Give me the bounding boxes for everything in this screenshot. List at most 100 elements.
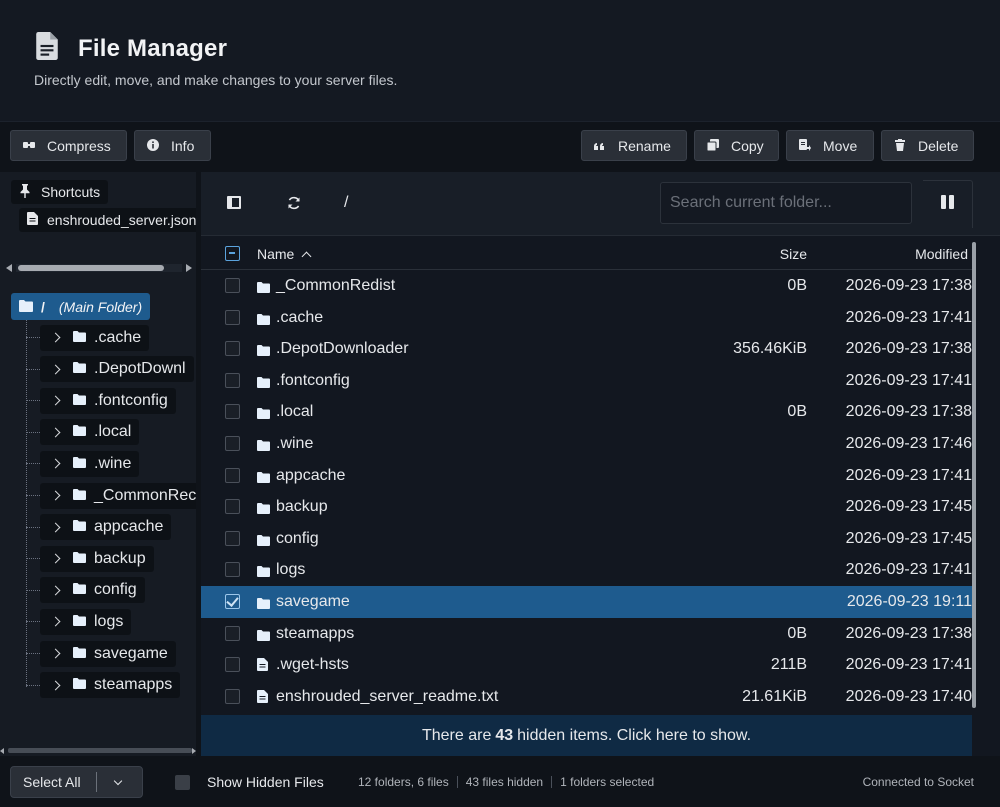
chevron-right-icon[interactable] (50, 648, 61, 659)
column-modified[interactable]: Modified (915, 246, 968, 262)
table-row[interactable]: enshrouded_server_readme.txt 21.61KiB 2026… (201, 681, 972, 713)
row-name[interactable]: .wget-hsts (276, 656, 349, 674)
row-name[interactable]: .cache (276, 309, 323, 327)
info-button[interactable]: Info (134, 130, 211, 161)
row-checkbox[interactable] (225, 341, 240, 357)
row-name[interactable]: .wine (276, 435, 313, 453)
tree-folder-chip[interactable]: .cache (40, 324, 150, 351)
scroll-left-icon[interactable] (6, 264, 12, 272)
table-row[interactable]: .fontconfig 2026-09-23 17:41 (201, 365, 972, 397)
current-path[interactable]: / (344, 194, 348, 212)
row-checkbox[interactable] (225, 657, 240, 673)
table-row[interactable]: .cache 2026-09-23 17:41 (201, 302, 972, 334)
search-input[interactable] (660, 182, 912, 224)
chevron-right-icon[interactable] (50, 332, 61, 343)
copy-button[interactable]: Copy (694, 130, 779, 161)
table-row[interactable]: .wget-hsts 211B 2026-09-23 17:41 (201, 649, 972, 681)
table-row[interactable]: .local 0B 2026-09-23 17:38 (201, 396, 972, 428)
tree-root-main-folder[interactable]: / (Main Folder) (11, 293, 151, 320)
row-name[interactable]: savegame (276, 593, 350, 611)
chevron-right-icon[interactable] (50, 427, 61, 438)
row-checkbox[interactable] (225, 562, 240, 578)
row-name[interactable]: config (276, 530, 319, 548)
tree-item[interactable]: _CommonRec (26, 482, 196, 509)
sidebar-scrollbar[interactable] (8, 748, 192, 753)
chevron-right-icon[interactable] (50, 395, 61, 406)
refresh-icon[interactable] (287, 196, 301, 215)
tree-item[interactable]: .fontconfig (26, 387, 176, 414)
chevron-down-icon[interactable] (113, 776, 123, 785)
shortcut-item[interactable]: enshrouded_server.json (19, 208, 196, 232)
table-row[interactable]: .wine 2026-09-23 17:46 (201, 428, 972, 460)
scroll-thumb[interactable] (972, 242, 976, 708)
table-row[interactable]: backup 2026-09-23 17:45 (201, 491, 972, 523)
tree-item[interactable]: appcache (26, 514, 172, 541)
tree-folder-chip[interactable]: config (40, 577, 145, 604)
scroll-right-icon[interactable] (186, 264, 192, 272)
columns-button[interactable] (923, 180, 973, 228)
table-row[interactable]: steamapps 0B 2026-09-23 17:38 (201, 618, 972, 650)
table-row[interactable]: savegame 2026-09-23 19:11 (201, 586, 972, 618)
tree-folder-chip[interactable]: logs (40, 608, 132, 635)
file-list-scrollbar[interactable] (972, 236, 1000, 715)
row-checkbox[interactable] (225, 404, 240, 420)
row-checkbox[interactable] (225, 625, 240, 641)
row-checkbox[interactable] (225, 278, 240, 293)
row-name[interactable]: .DepotDownloader (276, 340, 409, 358)
select-all-button[interactable]: Select All (11, 774, 96, 790)
chevron-right-icon[interactable] (50, 458, 61, 469)
row-name[interactable]: _CommonRedist (276, 277, 395, 295)
row-name[interactable]: logs (276, 561, 305, 579)
row-checkbox[interactable] (225, 530, 240, 546)
row-checkbox[interactable] (225, 467, 240, 483)
show-hidden-checkbox[interactable] (175, 774, 190, 790)
table-row[interactable]: appcache 2026-09-23 17:41 (201, 460, 972, 492)
tree-folder-chip[interactable]: appcache (40, 514, 172, 541)
delete-button[interactable]: Delete (881, 130, 974, 161)
table-row[interactable]: .DepotDownloader 356.46KiB 2026-09-23 17:3… (201, 333, 972, 365)
chevron-right-icon[interactable] (50, 553, 61, 564)
tree-folder-chip[interactable]: steamapps (40, 672, 181, 699)
show-hidden-toggle[interactable]: Show Hidden Files (175, 774, 324, 790)
rename-button[interactable]: Rename (581, 130, 687, 161)
scroll-thumb[interactable] (18, 265, 164, 271)
column-name[interactable]: Name (257, 246, 312, 262)
select-all-checkbox[interactable] (225, 246, 240, 261)
table-row[interactable]: logs 2026-09-23 17:41 (201, 554, 972, 586)
tree-item[interactable]: .local (26, 419, 140, 446)
row-name[interactable]: .fontconfig (276, 372, 350, 390)
chevron-right-icon[interactable] (50, 616, 61, 627)
row-name[interactable]: appcache (276, 467, 345, 485)
table-row[interactable]: _CommonRedist 0B 2026-09-23 17:38 (201, 270, 972, 302)
tree-folder-chip[interactable]: .wine (40, 450, 140, 477)
tree-folder-chip[interactable]: .DepotDownl (40, 356, 194, 383)
row-checkbox[interactable] (225, 309, 240, 325)
chevron-right-icon[interactable] (50, 585, 61, 596)
table-row[interactable]: config 2026-09-23 17:45 (201, 523, 972, 555)
tree-item[interactable]: config (26, 577, 145, 604)
row-checkbox[interactable] (225, 436, 240, 451)
tree-item[interactable]: logs (26, 608, 132, 635)
sidebar-toggle-icon[interactable] (227, 196, 241, 214)
tree-folder-chip[interactable]: _CommonRec (40, 482, 196, 509)
scroll-right-icon[interactable] (192, 748, 196, 754)
tree-folder-chip[interactable]: backup (40, 545, 154, 572)
tree-item[interactable]: .DepotDownl (26, 356, 194, 383)
tree-folder-chip[interactable]: .local (40, 419, 140, 446)
tree-item[interactable]: backup (26, 545, 154, 572)
tree-item[interactable]: .cache (26, 324, 150, 351)
tree-item[interactable]: steamapps (26, 672, 181, 699)
scroll-left-icon[interactable] (0, 748, 4, 754)
row-name[interactable]: .local (276, 403, 313, 421)
select-all-dropdown[interactable]: Select All (10, 766, 143, 798)
column-size[interactable]: Size (780, 246, 807, 262)
chevron-right-icon[interactable] (50, 522, 61, 533)
tree-folder-chip[interactable]: .fontconfig (40, 387, 176, 414)
row-name[interactable]: backup (276, 498, 328, 516)
chevron-right-icon[interactable] (50, 364, 61, 375)
chevron-right-icon[interactable] (50, 490, 61, 501)
shortcuts-scrollbar[interactable] (6, 262, 192, 274)
compress-button[interactable]: Compress (10, 130, 127, 161)
tree-item[interactable]: .wine (26, 450, 140, 477)
row-checkbox[interactable] (225, 688, 240, 704)
